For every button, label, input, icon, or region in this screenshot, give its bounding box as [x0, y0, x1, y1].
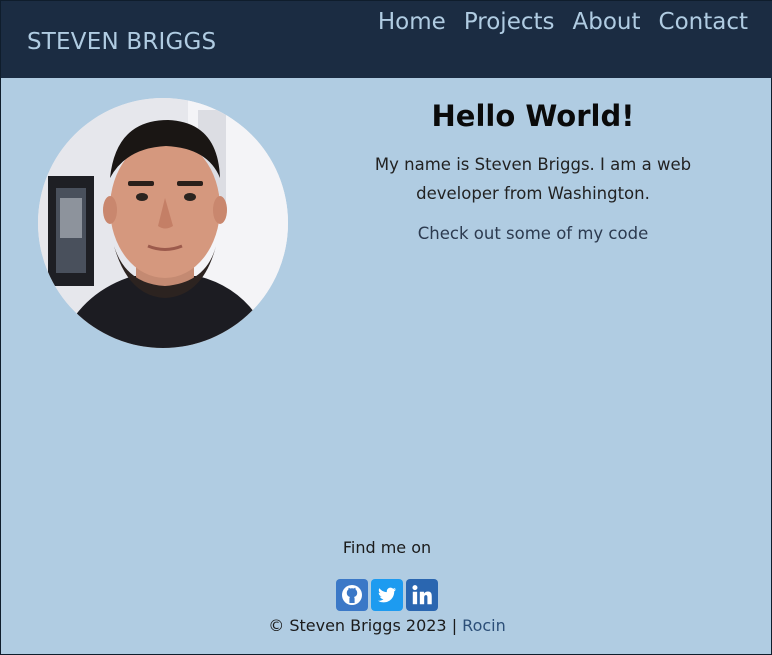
github-link[interactable]: [336, 579, 368, 611]
find-me-text: Find me on: [342, 538, 432, 557]
credit-link[interactable]: Rocin: [462, 616, 506, 635]
nav-contact[interactable]: Contact: [659, 9, 748, 35]
main-nav: Home Projects About Contact: [378, 9, 748, 35]
linkedin-link[interactable]: [406, 579, 438, 611]
twitter-icon: [375, 583, 399, 607]
github-icon: [340, 583, 364, 607]
find-me-label: Find me on: [1, 538, 772, 557]
profile-photo: [38, 98, 288, 348]
bio-text: My name is Steven Briggs. I am a web dev…: [374, 155, 692, 203]
code-link[interactable]: Check out some of my code: [418, 224, 648, 243]
site-title[interactable]: STEVEN BRIGGS: [27, 29, 216, 55]
nav-projects[interactable]: Projects: [464, 9, 555, 35]
social-links: [336, 579, 438, 611]
intro-section: Hello World! My name is Steven Briggs. I…: [333, 96, 733, 243]
site-header: STEVEN BRIGGS Home Projects About Contac…: [1, 1, 772, 78]
page-heading: Hello World!: [431, 99, 635, 133]
profile-photo-illustration: [38, 98, 288, 348]
copyright-text: © Steven Briggs 2023 |: [268, 616, 458, 635]
nav-home[interactable]: Home: [378, 9, 446, 35]
twitter-link[interactable]: [371, 579, 403, 611]
nav-about[interactable]: About: [573, 9, 641, 35]
copyright-line: © Steven Briggs 2023 | Rocin: [1, 616, 772, 635]
linkedin-icon: [409, 582, 435, 608]
